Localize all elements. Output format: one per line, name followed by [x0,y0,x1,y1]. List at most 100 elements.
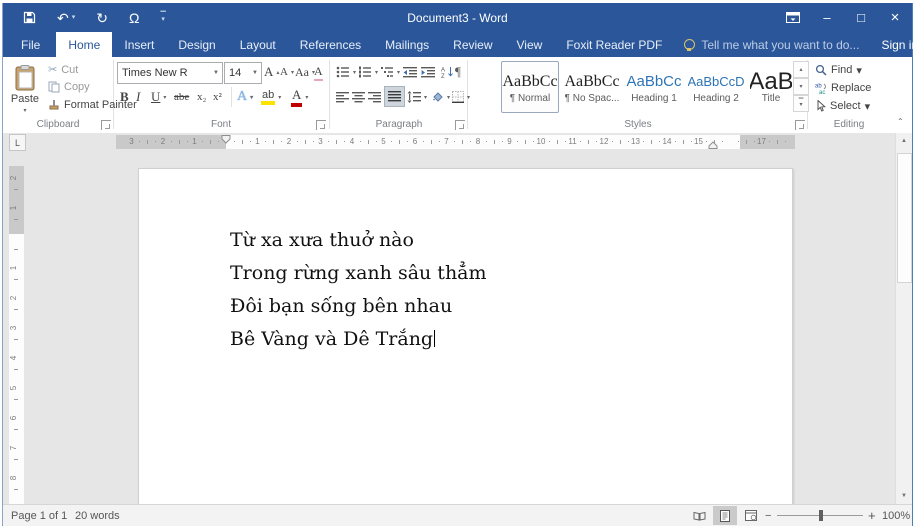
style-title[interactable]: AaB Title [749,61,793,113]
document-line[interactable]: Từ xa xưa thuở nào [230,224,487,257]
maximize-button[interactable]: □ [844,3,878,32]
sort-button[interactable]: AZ [441,62,454,82]
zoom-slider-thumb[interactable] [819,510,823,521]
subscript-button[interactable]: x₂ [197,87,206,107]
close-button[interactable]: × [878,3,912,32]
tabrow-right: Sign in Share [869,32,920,57]
minimize-button[interactable]: – [810,3,844,32]
sign-in-button[interactable]: Sign in [869,32,920,57]
styles-dialog-launcher-icon[interactable] [795,120,805,130]
align-left-button[interactable] [336,87,349,107]
find-button[interactable]: Find ▾ [815,62,862,78]
word-count[interactable]: 20 words [75,505,120,526]
tab-foxit-reader-pdf[interactable]: Foxit Reader PDF [554,32,674,57]
tab-mailings[interactable]: Mailings [373,32,441,57]
paste-button[interactable]: Paste ▾ [6,60,44,118]
web-layout-button[interactable] [739,506,763,525]
vertical-scrollbar[interactable]: ▲ ▼ [895,133,912,504]
tell-me-box[interactable]: Tell me what you want to do... [674,32,869,57]
strikethrough-button[interactable]: abe [174,87,189,107]
font-color-button[interactable]: A ▾ [291,87,308,107]
paint-bucket-icon [433,92,443,102]
line-spacing-button[interactable]: ▾ [407,87,427,107]
tab-design[interactable]: Design [166,32,227,57]
style-normal[interactable]: AaBbCc ¶ Normal [501,61,559,113]
document-line[interactable]: Đôi bạn sống bên nhau [230,290,487,323]
read-mode-button[interactable] [687,506,711,525]
scrollbar-thumb[interactable] [897,153,912,283]
ruler-tick [336,140,338,144]
vertical-ruler[interactable]: 21123456789 [9,151,24,504]
bold-button[interactable]: B [120,87,129,107]
zoom-out-button[interactable]: − [765,505,771,526]
tab-stop-selector[interactable]: L [9,134,26,151]
underline-button[interactable]: U ▾ [151,87,166,107]
scroll-up-button[interactable]: ▲ [896,133,912,149]
clear-formatting-button[interactable]: A [314,62,323,82]
italic-button[interactable]: I [136,87,140,107]
ribbon-display-options-button[interactable] [776,3,810,32]
tab-view[interactable]: View [505,32,555,57]
multilevel-list-button[interactable]: ▾ [380,62,400,82]
chevron-down-icon[interactable]: ▼ [210,70,222,76]
styles-scroll-up-button[interactable]: ▴ [793,61,809,78]
document-area[interactable]: 21123456789 Từ xa xưa thuở nàoTrong rừng… [3,151,897,504]
select-button[interactable]: Select ▾ [815,98,870,114]
tab-layout[interactable]: Layout [228,32,288,57]
customize-qat-button[interactable]: ▔ ▾ [160,12,165,23]
superscript-button[interactable]: x² [213,87,222,107]
cut-button[interactable]: ✂ Cut [48,62,78,77]
borders-button[interactable]: ▾ [452,87,470,107]
zoom-in-button[interactable]: + [868,505,876,526]
zoom-level[interactable]: 100% [882,505,910,526]
print-layout-button[interactable] [713,506,737,525]
text-highlight-button[interactable]: ab ▾ [261,87,281,107]
increase-indent-button[interactable] [421,62,435,82]
page-indicator[interactable]: Page 1 of 1 [11,505,67,526]
tab-home[interactable]: Home [56,32,113,57]
grow-font-button[interactable]: A ▴ [264,62,279,82]
redo-button[interactable]: ↻ [96,11,108,25]
decrease-indent-button[interactable] [403,62,417,82]
right-indent-marker[interactable] [708,141,719,149]
save-button[interactable] [23,11,36,24]
styles-gallery-more-button[interactable]: ▔ ▾ [793,95,809,112]
style-heading-2[interactable]: AaBbCcD Heading 2 [687,61,745,113]
copy-button[interactable]: Copy [48,79,90,94]
align-center-button[interactable] [352,87,365,107]
document-text[interactable]: Từ xa xưa thuở nào Trong rừng xanh sâu th… [230,224,487,356]
insert-symbol-button[interactable]: Ω [129,11,139,25]
collapse-ribbon-button[interactable]: ⌃^ [897,117,904,126]
show-formatting-marks-button[interactable]: ¶ [455,62,461,82]
font-dialog-launcher-icon[interactable] [316,120,326,130]
tab-references[interactable]: References [288,32,373,57]
document-line[interactable]: Bê Vàng và Dê Trắng [230,323,487,356]
change-case-button[interactable]: Aa ▾ [295,62,315,82]
document-page[interactable]: Từ xa xưa thuở nào Trong rừng xanh sâu th… [138,168,793,504]
shading-button[interactable]: ▾ [431,87,450,107]
tab-insert[interactable]: Insert [112,32,166,57]
replace-button[interactable]: ab ac Replace [815,80,871,96]
undo-dropdown-icon[interactable]: ▾ [72,14,76,21]
horizontal-ruler[interactable]: 3 2 1 1 2 3 4 5 6 7 8 9 10 11 12 13 14 15 17 [116,135,795,149]
tab-review[interactable]: Review [441,32,504,57]
text-effects-button[interactable]: A ▾ [237,87,253,107]
align-right-button[interactable] [368,87,381,107]
bullets-button[interactable]: ▾ [336,62,356,82]
font-size-combo[interactable]: 14 ▼ [224,62,262,84]
font-name-combo[interactable]: Times New R ▼ [117,62,223,84]
indent-markers[interactable] [221,135,232,149]
style-no-spacing[interactable]: AaBbCc ¶ No Spac... [563,61,621,113]
styles-scroll-down-button[interactable]: ▾ [793,78,809,95]
tab-file[interactable]: File [5,32,56,57]
document-line[interactable]: Trong rừng xanh sâu thẳm [230,257,487,290]
clipboard-dialog-launcher-icon[interactable] [101,120,111,130]
scroll-down-button[interactable]: ▼ [896,488,912,504]
justify-button[interactable] [384,86,405,107]
numbering-button[interactable]: ▾ [358,62,378,82]
style-heading-1[interactable]: AaBbCc Heading 1 [625,61,683,113]
shrink-font-button[interactable]: A ▾ [280,62,294,82]
chevron-down-icon[interactable]: ▼ [249,70,261,76]
undo-button[interactable]: ↶ ▾ [57,11,75,25]
paragraph-dialog-launcher-icon[interactable] [455,120,465,130]
